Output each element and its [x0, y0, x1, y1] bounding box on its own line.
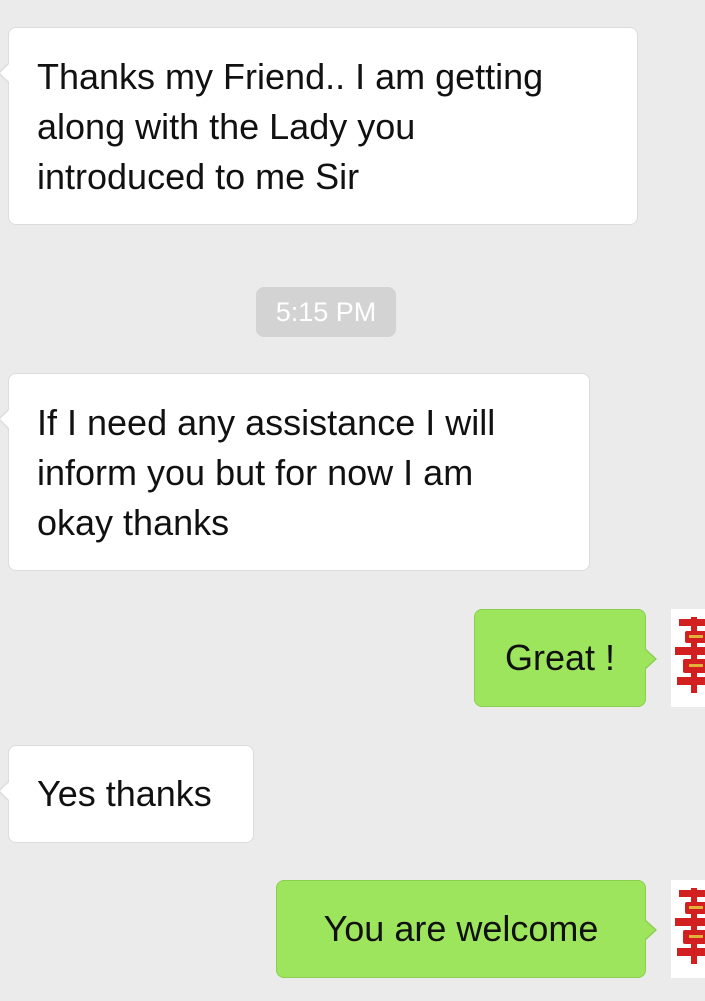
message-bubble-incoming[interactable]: Thanks my Friend.. I am getting along wi… [0, 27, 638, 225]
message-bubble-outgoing[interactable]: You are welcome [276, 880, 657, 978]
user-avatar[interactable] [671, 609, 705, 707]
message-bubble-incoming[interactable]: If I need any assistance I will inform y… [0, 373, 590, 571]
double-happiness-icon [675, 888, 705, 964]
message-bubble-outgoing[interactable]: Great ! [474, 609, 657, 707]
user-avatar[interactable] [671, 880, 705, 978]
message-bubble-incoming[interactable]: Yes thanks [0, 745, 254, 843]
double-happiness-icon [675, 617, 705, 693]
timestamp-badge: 5:15 PM [256, 287, 396, 337]
